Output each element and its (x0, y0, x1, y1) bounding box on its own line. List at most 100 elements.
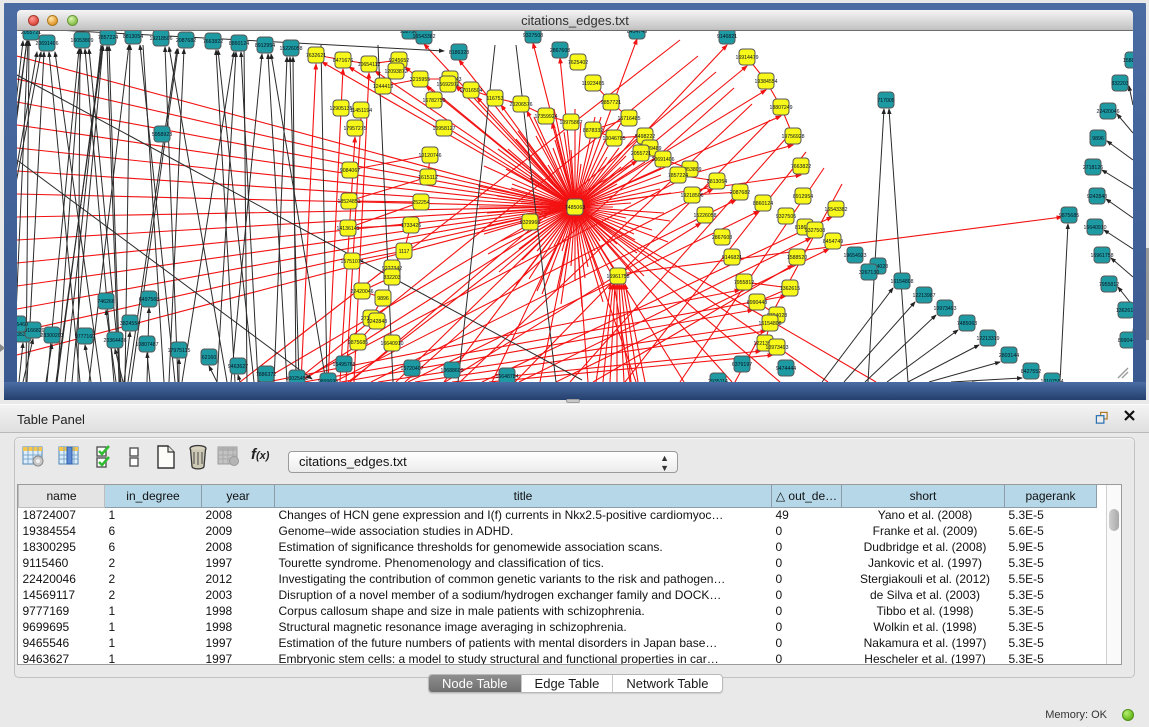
svg-text:2718126: 2718126 (1083, 165, 1103, 171)
svg-text:9463627: 9463627 (228, 364, 248, 370)
svg-text:19384554: 19384554 (754, 79, 777, 85)
svg-text:8454749: 8454749 (823, 239, 843, 245)
svg-text:9896: 9896 (1092, 136, 1104, 142)
svg-text:19218506: 19218506 (680, 193, 703, 199)
svg-text:15720407: 15720407 (400, 366, 423, 372)
svg-text:17975115: 17975115 (168, 348, 191, 354)
svg-text:12213987: 12213987 (912, 293, 935, 299)
svg-text:1117: 1117 (399, 249, 410, 255)
svg-text:1588520: 1588520 (1123, 58, 1133, 64)
svg-text:16053809: 16053809 (70, 38, 93, 44)
svg-text:16961758: 16961758 (1090, 253, 1113, 259)
svg-text:8912954: 8912954 (793, 194, 813, 200)
svg-text:22420046: 22420046 (1096, 109, 1119, 115)
svg-text:9327508: 9327508 (523, 33, 543, 39)
svg-text:19654923: 19654923 (843, 253, 866, 259)
svg-text:1362615: 1362615 (780, 286, 800, 292)
svg-text:8454749: 8454749 (627, 31, 647, 35)
svg-text:8186328: 8186328 (449, 50, 469, 56)
svg-text:9896: 9896 (377, 296, 389, 302)
svg-text:1244413: 1244413 (373, 84, 393, 90)
svg-text:8990448: 8990448 (1118, 338, 1133, 344)
svg-text:8813054: 8813054 (123, 34, 143, 40)
svg-text:10973493: 10973493 (933, 306, 956, 312)
svg-text:6497568: 6497568 (139, 297, 159, 303)
svg-text:9329966: 9329966 (520, 220, 540, 226)
svg-text:2935114: 2935114 (708, 379, 728, 382)
svg-text:1733426: 1733426 (401, 223, 421, 229)
svg-text:10120746: 10120746 (418, 153, 441, 159)
svg-text:15692971: 15692971 (436, 82, 459, 88)
svg-text:8990448: 8990448 (747, 300, 767, 306)
svg-text:16543382: 16543382 (824, 207, 847, 213)
svg-text:12213319: 12213319 (976, 336, 999, 342)
svg-text:7485063: 7485063 (565, 205, 585, 211)
svg-text:10107554: 10107554 (1040, 379, 1063, 382)
svg-text:8813054: 8813054 (707, 179, 727, 185)
svg-text:16640910: 16640910 (1083, 225, 1106, 231)
svg-text:1362615: 1362615 (1116, 308, 1133, 314)
svg-text:5958923: 5958923 (152, 132, 172, 138)
svg-text:9084067: 9084067 (340, 168, 360, 174)
svg-text:18807249: 18807249 (769, 105, 792, 111)
svg-text:5498222: 5498222 (635, 134, 655, 140)
svg-text:9474444: 9474444 (776, 366, 796, 372)
svg-text:10973493: 10973493 (765, 345, 788, 351)
svg-text:252254: 252254 (412, 200, 429, 206)
svg-text:9327505: 9327505 (776, 214, 796, 220)
svg-text:16640910: 16640910 (380, 341, 403, 347)
svg-text:7485063: 7485063 (957, 321, 977, 327)
svg-text:16154808: 16154808 (758, 321, 781, 327)
svg-text:7955812: 7955812 (734, 280, 754, 286)
svg-text:18524851: 18524851 (337, 199, 360, 205)
svg-text:2087682: 2087682 (730, 190, 750, 196)
svg-text:20691406: 20691406 (35, 41, 58, 47)
svg-text:20691406: 20691406 (651, 157, 674, 163)
svg-text:17359924: 17359924 (534, 114, 557, 120)
svg-text:16961758: 16961758 (606, 274, 629, 280)
svg-text:8878332: 8878332 (583, 128, 603, 134)
svg-text:9899695: 9899695 (318, 379, 338, 382)
svg-text:17016504: 17016504 (459, 88, 482, 94)
svg-text:8912954: 8912954 (255, 43, 275, 49)
svg-text:17957275: 17957275 (343, 126, 366, 132)
svg-text:10958127: 10958127 (432, 126, 455, 132)
svg-text:8427552: 8427552 (1021, 369, 1041, 375)
svg-text:9857721: 9857721 (601, 100, 621, 106)
svg-text:9875685: 9875685 (348, 340, 368, 346)
svg-text:11451194: 11451194 (350, 108, 372, 114)
svg-text:10975867: 10975867 (559, 120, 582, 126)
svg-text:832203: 832203 (383, 275, 400, 281)
svg-text:19218506: 19218506 (149, 36, 172, 42)
svg-text:16648784: 16648784 (495, 374, 518, 380)
svg-text:10025458: 10025458 (285, 376, 308, 382)
svg-text:717005: 717005 (877, 98, 894, 104)
svg-text:9777169: 9777169 (75, 334, 95, 340)
svg-text:9242848: 9242848 (1087, 194, 1107, 200)
svg-text:12093872: 12093872 (384, 69, 407, 75)
svg-text:10688609: 10688609 (440, 368, 463, 374)
svg-text:9875685: 9875685 (1059, 213, 1079, 219)
svg-text:22420046: 22420046 (350, 289, 373, 295)
svg-text:62160: 62160 (202, 355, 217, 361)
svg-text:7663822: 7663822 (791, 164, 811, 170)
svg-text:9146821: 9146821 (722, 255, 742, 261)
svg-text:7857224: 7857224 (98, 35, 118, 41)
svg-text:116753: 116753 (487, 96, 504, 102)
svg-text:7857224: 7857224 (668, 173, 688, 179)
svg-text:9242848: 9242848 (367, 319, 387, 325)
svg-text:9146821: 9146821 (717, 34, 737, 40)
svg-text:12905135: 12905135 (329, 106, 352, 112)
svg-text:2867608: 2867608 (550, 48, 570, 54)
svg-text:746266: 746266 (97, 299, 114, 305)
svg-text:28300203: 28300203 (40, 333, 63, 339)
svg-text:3824554: 3824554 (120, 321, 140, 327)
svg-text:9327508: 9327508 (805, 228, 825, 234)
svg-text:20364436: 20364436 (103, 338, 126, 344)
svg-text:8860124: 8860124 (753, 201, 773, 207)
svg-text:16154808: 16154808 (890, 279, 913, 285)
svg-text:3215955: 3215955 (410, 77, 430, 83)
svg-text:2087682: 2087682 (176, 38, 196, 44)
svg-text:8471676: 8471676 (333, 58, 353, 64)
svg-text:15716485: 15716485 (617, 116, 640, 122)
